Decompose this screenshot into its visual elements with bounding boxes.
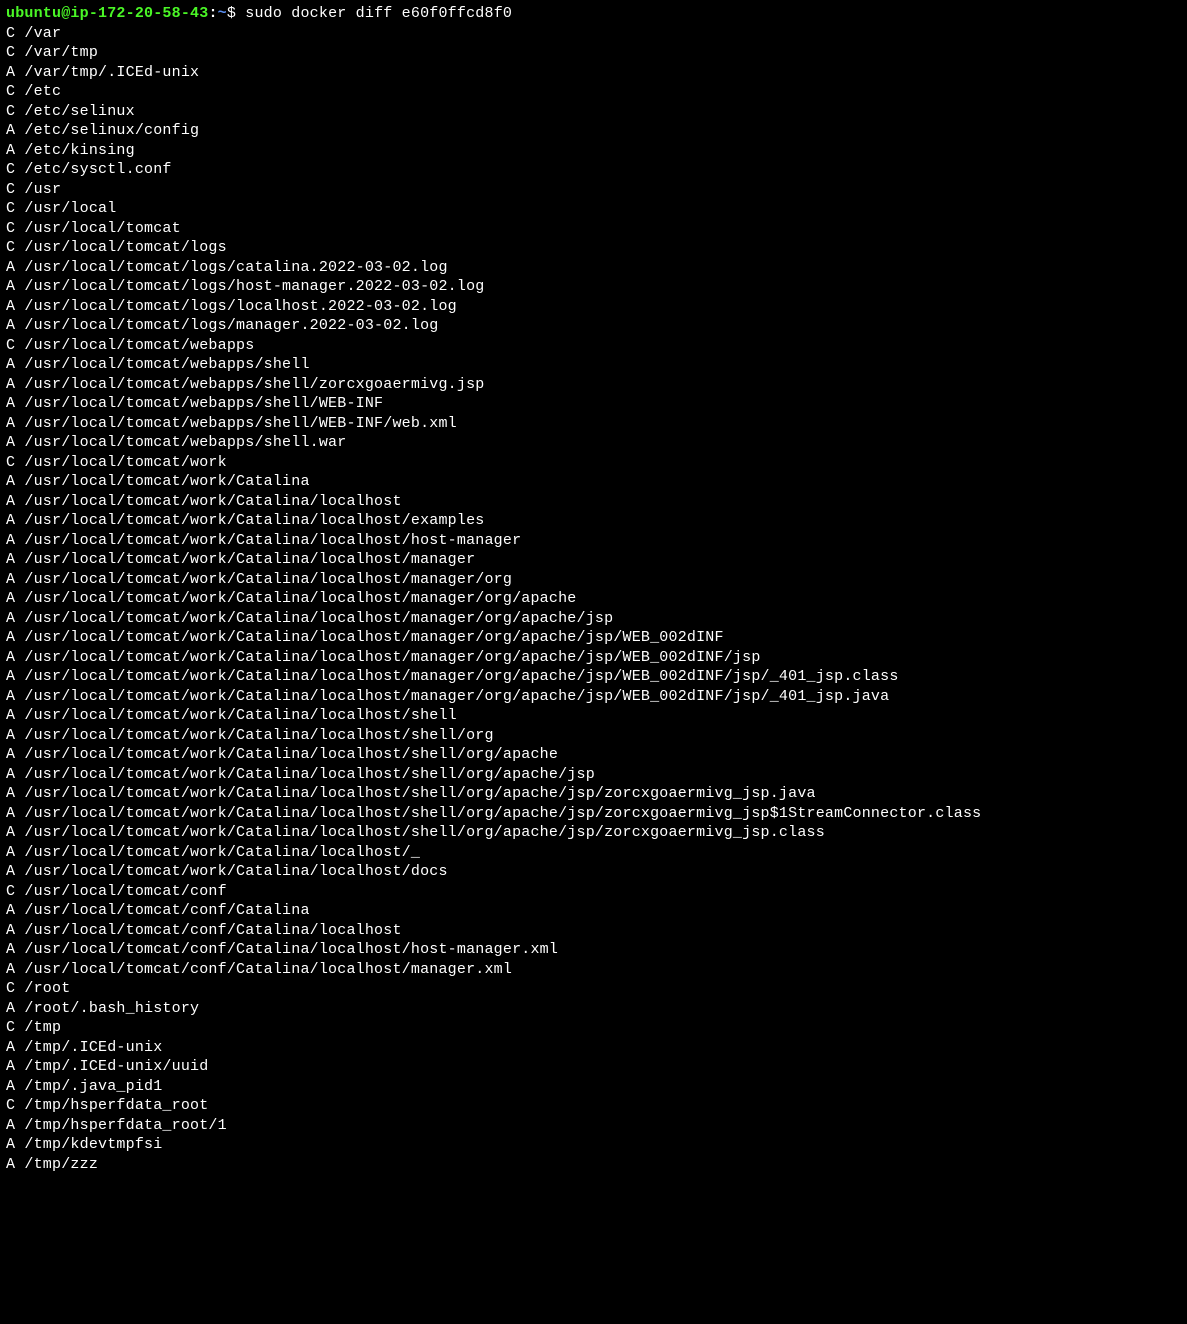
diff-line: A /usr/local/tomcat/conf/Catalina/localh… bbox=[6, 921, 1181, 941]
diff-line: A /usr/local/tomcat/work/Catalina/localh… bbox=[6, 706, 1181, 726]
diff-line: A /usr/local/tomcat/work/Catalina/localh… bbox=[6, 570, 1181, 590]
diff-line: A /usr/local/tomcat/work/Catalina/localh… bbox=[6, 687, 1181, 707]
prompt-colon: : bbox=[208, 5, 217, 22]
diff-line: A /usr/local/tomcat/work/Catalina/localh… bbox=[6, 784, 1181, 804]
diff-line: C /usr bbox=[6, 180, 1181, 200]
diff-line: C /tmp bbox=[6, 1018, 1181, 1038]
diff-line: C /usr/local/tomcat/work bbox=[6, 453, 1181, 473]
diff-line: C /usr/local/tomcat/webapps bbox=[6, 336, 1181, 356]
diff-line: C /root bbox=[6, 979, 1181, 999]
diff-line: A /usr/local/tomcat/work/Catalina/localh… bbox=[6, 609, 1181, 629]
diff-line: A /usr/local/tomcat/conf/Catalina/localh… bbox=[6, 940, 1181, 960]
diff-line: C /usr/local bbox=[6, 199, 1181, 219]
diff-line: C /usr/local/tomcat/conf bbox=[6, 882, 1181, 902]
diff-line: C /var bbox=[6, 24, 1181, 44]
diff-line: A /usr/local/tomcat/logs/localhost.2022-… bbox=[6, 297, 1181, 317]
diff-line: A /usr/local/tomcat/work/Catalina/localh… bbox=[6, 843, 1181, 863]
prompt-user-host: ubuntu@ip-172-20-58-43 bbox=[6, 5, 208, 22]
diff-line: A /usr/local/tomcat/work/Catalina/localh… bbox=[6, 511, 1181, 531]
prompt-path: ~ bbox=[218, 5, 227, 22]
diff-line: A /etc/kinsing bbox=[6, 141, 1181, 161]
diff-line: C /usr/local/tomcat/logs bbox=[6, 238, 1181, 258]
diff-line: A /usr/local/tomcat/webapps/shell/zorcxg… bbox=[6, 375, 1181, 395]
diff-line: C /etc bbox=[6, 82, 1181, 102]
command-output: C /varC /var/tmpA /var/tmp/.ICEd-unixC /… bbox=[6, 24, 1181, 1175]
diff-line: A /tmp/hsperfdata_root/1 bbox=[6, 1116, 1181, 1136]
diff-line: A /usr/local/tomcat/webapps/shell/WEB-IN… bbox=[6, 394, 1181, 414]
diff-line: C /etc/sysctl.conf bbox=[6, 160, 1181, 180]
diff-line: A /usr/local/tomcat/conf/Catalina bbox=[6, 901, 1181, 921]
command-text bbox=[236, 5, 245, 22]
diff-line: A /usr/local/tomcat/work/Catalina/localh… bbox=[6, 492, 1181, 512]
diff-line: A /usr/local/tomcat/work/Catalina/localh… bbox=[6, 667, 1181, 687]
diff-line: A /usr/local/tomcat/work/Catalina/localh… bbox=[6, 726, 1181, 746]
diff-line: A /tmp/.ICEd-unix bbox=[6, 1038, 1181, 1058]
diff-line: C /usr/local/tomcat bbox=[6, 219, 1181, 239]
diff-line: A /usr/local/tomcat/work/Catalina/localh… bbox=[6, 531, 1181, 551]
diff-line: C /var/tmp bbox=[6, 43, 1181, 63]
diff-line: A /usr/local/tomcat/webapps/shell.war bbox=[6, 433, 1181, 453]
diff-line: A /usr/local/tomcat/work/Catalina/localh… bbox=[6, 745, 1181, 765]
diff-line: A /root/.bash_history bbox=[6, 999, 1181, 1019]
diff-line: A /var/tmp/.ICEd-unix bbox=[6, 63, 1181, 83]
diff-line: A /tmp/.ICEd-unix/uuid bbox=[6, 1057, 1181, 1077]
diff-line: A /tmp/kdevtmpfsi bbox=[6, 1135, 1181, 1155]
diff-line: C /tmp/hsperfdata_root bbox=[6, 1096, 1181, 1116]
diff-line: A /usr/local/tomcat/work/Catalina bbox=[6, 472, 1181, 492]
diff-line: A /usr/local/tomcat/webapps/shell/WEB-IN… bbox=[6, 414, 1181, 434]
diff-line: A /usr/local/tomcat/work/Catalina/localh… bbox=[6, 648, 1181, 668]
diff-line: A /usr/local/tomcat/work/Catalina/localh… bbox=[6, 628, 1181, 648]
diff-line: C /etc/selinux bbox=[6, 102, 1181, 122]
prompt-dollar: $ bbox=[227, 5, 236, 22]
diff-line: A /usr/local/tomcat/work/Catalina/localh… bbox=[6, 804, 1181, 824]
diff-line: A /usr/local/tomcat/logs/host-manager.20… bbox=[6, 277, 1181, 297]
diff-line: A /usr/local/tomcat/work/Catalina/localh… bbox=[6, 765, 1181, 785]
diff-line: A /usr/local/tomcat/work/Catalina/localh… bbox=[6, 589, 1181, 609]
prompt-line: ubuntu@ip-172-20-58-43:~$ sudo docker di… bbox=[6, 4, 1181, 24]
diff-line: A /usr/local/tomcat/work/Catalina/localh… bbox=[6, 823, 1181, 843]
diff-line: A /tmp/.java_pid1 bbox=[6, 1077, 1181, 1097]
diff-line: A /usr/local/tomcat/logs/manager.2022-03… bbox=[6, 316, 1181, 336]
diff-line: A /usr/local/tomcat/logs/catalina.2022-0… bbox=[6, 258, 1181, 278]
diff-line: A /usr/local/tomcat/work/Catalina/localh… bbox=[6, 550, 1181, 570]
command-text: sudo docker diff e60f0ffcd8f0 bbox=[245, 5, 512, 22]
terminal-screen[interactable]: ubuntu@ip-172-20-58-43:~$ sudo docker di… bbox=[6, 4, 1181, 1174]
diff-line: A /tmp/zzz bbox=[6, 1155, 1181, 1175]
diff-line: A /usr/local/tomcat/webapps/shell bbox=[6, 355, 1181, 375]
diff-line: A /usr/local/tomcat/work/Catalina/localh… bbox=[6, 862, 1181, 882]
diff-line: A /etc/selinux/config bbox=[6, 121, 1181, 141]
diff-line: A /usr/local/tomcat/conf/Catalina/localh… bbox=[6, 960, 1181, 980]
